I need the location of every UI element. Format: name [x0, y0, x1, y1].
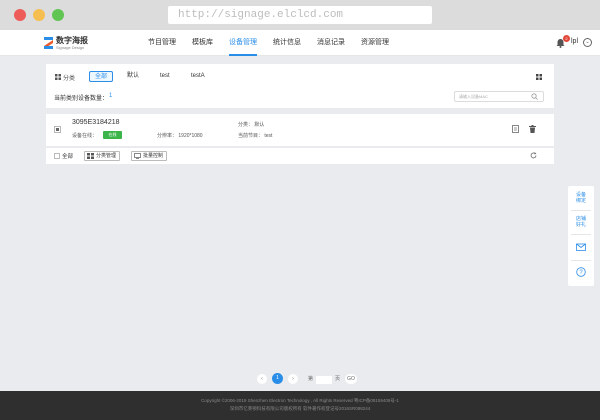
device-category: 分类： 默认: [238, 122, 265, 128]
footer-company: 深圳市亿莱顿科技有限公司版权所有 软件著作权登记号2016SR088244: [229, 406, 371, 411]
user-name[interactable]: lpl: [571, 38, 578, 45]
batch-control-button[interactable]: 批量控制: [131, 151, 168, 161]
nav-device-management[interactable]: 设备管理: [221, 30, 265, 56]
device-checkbox[interactable]: [54, 126, 61, 133]
device-count-label: 当前类别设备数量：: [54, 96, 109, 102]
category-manage-label: 分类管理: [96, 153, 117, 159]
nav-statistics[interactable]: 统计信息: [265, 30, 309, 56]
page-jump-label: 第: [308, 376, 314, 382]
category-chip-test[interactable]: test: [155, 71, 175, 82]
browser-chrome: http://signage.elclcd.com: [0, 0, 600, 30]
svg-text:?: ?: [579, 270, 583, 276]
float-divider: [571, 260, 591, 261]
float-divider: [571, 234, 591, 235]
device-status-label: 设备在线：: [72, 133, 98, 139]
category-chip-all[interactable]: 全部: [89, 71, 114, 82]
batch-control-label: 批量控制: [143, 153, 164, 159]
logo-icon: [44, 37, 53, 49]
edit-icon[interactable]: [512, 125, 519, 133]
device-row[interactable]: 3095E3184218 设备在线： 在线 分辨率： 1920*1080 分类：…: [46, 114, 554, 146]
main-nav: 节目管理 模板库 设备管理 统计信息 消息记录 资源管理: [140, 30, 397, 56]
logo-subtitle: Signage Design: [56, 45, 85, 50]
device-current-program: 当前节目： test: [238, 133, 273, 139]
bind-device-link[interactable]: 设备 绑定: [568, 192, 594, 204]
page-jump-input[interactable]: [316, 376, 332, 384]
app-header: 数字海报 Signage Design 节目管理 模板库 设备管理 统计信息 消…: [0, 30, 600, 56]
category-chip-default[interactable]: 默认: [122, 71, 144, 82]
mail-icon[interactable]: [576, 242, 586, 252]
footer-copyright: Copyright ©2006-2019 Shenzhen Electron T…: [201, 398, 399, 403]
category-label: 分类: [63, 76, 76, 82]
device-id: 3095E3184218: [72, 119, 120, 126]
minimize-window-button[interactable]: [33, 9, 45, 21]
go-button[interactable]: GO: [345, 374, 357, 384]
trash-icon[interactable]: [529, 125, 536, 133]
nav-resource-management[interactable]: 资源管理: [353, 30, 397, 56]
notification-badge: 2: [563, 35, 570, 42]
grid-view-icon[interactable]: [536, 74, 542, 80]
category-manage-button[interactable]: 分类管理: [84, 151, 121, 161]
store-gift-link[interactable]: 店铺 好礼: [568, 216, 594, 228]
maximize-window-button[interactable]: [52, 9, 64, 21]
page-jump-suffix: 页: [335, 376, 341, 382]
category-manage-icon: [87, 153, 94, 159]
nav-message-log[interactable]: 消息记录: [309, 30, 353, 56]
float-divider: [571, 210, 591, 211]
status-badge: 在线: [103, 131, 122, 139]
filter-panel: 分类 全部 默认 test testA 当前类别设备数量： 1 请输入设备MAC: [46, 64, 554, 108]
refresh-icon[interactable]: [530, 152, 537, 159]
close-window-button[interactable]: [14, 9, 26, 21]
address-bar[interactable]: http://signage.elclcd.com: [168, 6, 432, 24]
category-icon: [55, 74, 61, 80]
batch-action-bar: 全部 分类管理 批量控制: [46, 148, 554, 164]
nav-template-library[interactable]: 模板库: [184, 30, 221, 56]
monitor-icon: [134, 153, 141, 159]
next-page-button[interactable]: ›: [288, 374, 298, 384]
select-all-checkbox[interactable]: [54, 153, 60, 159]
select-all-label: 全部: [62, 154, 74, 160]
page-number-current[interactable]: 1: [272, 373, 283, 384]
footer: Copyright ©2006-2019 Shenzhen Electron T…: [0, 391, 600, 420]
nav-program-management[interactable]: 节目管理: [140, 30, 184, 56]
prev-page-button[interactable]: ‹: [257, 374, 267, 384]
chevron-down-icon[interactable]: ⌄: [583, 38, 592, 47]
help-icon[interactable]: ?: [576, 267, 586, 277]
search-icon[interactable]: [531, 93, 538, 100]
device-resolution: 分辨率： 1920*1080: [157, 133, 203, 139]
category-chip-testa[interactable]: testA: [186, 71, 210, 82]
device-count-value: 1: [109, 93, 113, 99]
floating-toolbar: 设备 绑定 店铺 好礼 ?: [568, 186, 594, 286]
